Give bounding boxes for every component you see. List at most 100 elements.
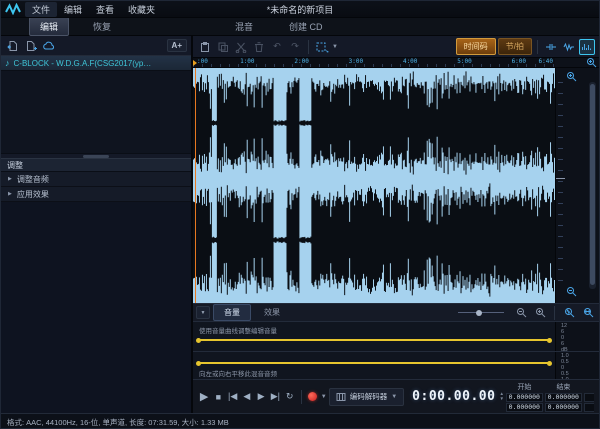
pan-scale: 1.0 0.5 0 0.5 1.0 (555, 352, 599, 379)
cloud-import-button[interactable] (41, 38, 57, 54)
waveform-svg[interactable] (193, 68, 555, 303)
codec-button[interactable]: 编码解码器 ▼ (329, 388, 404, 406)
tab-edit[interactable]: 编辑 (29, 17, 69, 36)
pan-curve-line[interactable] (198, 362, 550, 364)
time-spinner[interactable]: ▲ ▼ (499, 392, 503, 402)
transport-bar: ▶ ■ |◀ ◀ ▶ ▶| ↻ ▼ 编码解码器 ▼ 0:00.00.00 ▲ ▼ (193, 379, 599, 413)
range-start-header: 开始 (506, 382, 543, 392)
ruler-corner (555, 58, 599, 68)
section-apply-effects[interactable]: ▶ 应用效果 (1, 187, 191, 202)
add-file-button[interactable] (23, 38, 39, 54)
volume-scale: 12 6 0 6 dB (555, 322, 599, 351)
volume-automation-lane: 使用音量曲线调整编辑音量 12 6 0 6 dB (193, 321, 599, 351)
timeline-ruler[interactable]: :00 1:00 2:00 3:00 4:00 5:00 6:00 6:40 (193, 58, 555, 68)
selection-tool-caret-icon[interactable]: ▼ (332, 44, 338, 50)
time-display[interactable]: 0:00.00.00 (412, 389, 495, 404)
timecode-mode-button[interactable]: 时间码 (456, 38, 496, 55)
left-panel-filler (1, 202, 191, 413)
record-button[interactable] (307, 389, 319, 405)
playhead-line[interactable] (195, 68, 196, 303)
level-ruler (558, 82, 563, 289)
main-panel: ↶ ↷ ▼ 时间码 节/拍 (193, 36, 599, 413)
loop-button[interactable]: ↻ (284, 389, 296, 405)
zoom-out-vertical-button[interactable] (566, 284, 577, 302)
volume-curve-line[interactable] (198, 339, 550, 341)
copy-button[interactable] (215, 39, 231, 55)
vertical-zoom-in-icon[interactable] (586, 57, 597, 68)
menu-edit[interactable]: 编辑 (57, 2, 89, 17)
title-bar: 文件 编辑 查看 收藏夹 *未命名的新项目 (1, 1, 599, 18)
window-title: *未命名的新项目 (267, 3, 334, 16)
automation-toolbar: ▼ 音量 效果 (193, 303, 599, 321)
range-start-column: 开始 0.000000 0.000000 (506, 382, 543, 412)
waveform-view-button[interactable] (561, 39, 577, 55)
menu-view[interactable]: 查看 (89, 2, 121, 17)
skip-end-button[interactable]: ▶| (269, 389, 281, 405)
tab-create-cd[interactable]: 创建 CD (279, 18, 333, 35)
record-icon (308, 392, 317, 401)
tab-effects[interactable]: 效果 (254, 305, 290, 320)
tab-mix[interactable]: 混音 (225, 18, 263, 35)
zoom-slider[interactable] (458, 312, 504, 313)
undo-button[interactable]: ↶ (269, 39, 285, 55)
zoom-out-button[interactable] (513, 305, 529, 321)
delete-button[interactable] (251, 39, 267, 55)
timeline-ruler-row: :00 1:00 2:00 3:00 4:00 5:00 6:00 6:40 (193, 58, 599, 68)
left-toolbar: A+ (1, 36, 191, 56)
spinner-down-icon[interactable]: ▼ (499, 397, 503, 402)
track-list-item[interactable]: ♪ C-BLOCK - W.D.G.A.F(CSG2017(yp… (1, 56, 191, 71)
ribbon-tab-bar: 编辑 恢复 混音 创建 CD (1, 18, 599, 36)
ruler-label: 6:40 (539, 58, 553, 65)
selection-tool-button[interactable] (314, 39, 330, 55)
beats-mode-button[interactable]: 节/拍 (498, 38, 532, 55)
range-end-column: 结束 0.000000 0.000000 (545, 382, 582, 412)
range-start-value-2[interactable]: 0.000000 (506, 403, 543, 412)
stop-button[interactable]: ■ (212, 389, 224, 405)
range-length-value-2[interactable]: 0.000 (584, 403, 594, 412)
redo-button[interactable]: ↷ (287, 39, 303, 55)
font-size-button[interactable]: A+ (167, 39, 187, 52)
track-list-scrollbar[interactable] (1, 153, 191, 158)
record-options-caret-icon[interactable]: ▼ (321, 394, 327, 400)
zoom-fit-button[interactable] (580, 305, 596, 321)
tab-volume[interactable]: 音量 (213, 304, 251, 321)
paste-button[interactable] (197, 39, 213, 55)
range-end-value[interactable]: 0.000000 (545, 393, 582, 402)
range-end-value-2[interactable]: 0.000000 (545, 403, 582, 412)
ruler-label: 1:00 (240, 58, 254, 65)
zoom-in-button[interactable] (532, 305, 548, 321)
pan-automation-lane: 向左或向右平移此混音音频 1.0 0.5 0 0.5 1.0 (193, 351, 599, 379)
range-length-value[interactable]: 0.000 (584, 393, 594, 402)
play-button[interactable]: ▶ (198, 389, 210, 405)
cut-button[interactable] (233, 39, 249, 55)
waveform-display[interactable] (193, 68, 555, 303)
tab-restore[interactable]: 恢复 (83, 18, 121, 35)
edit-toolbar: ↶ ↷ ▼ 时间码 节/拍 (193, 36, 599, 58)
spectrum-view-button[interactable] (579, 39, 595, 55)
zoom-selection-button[interactable] (561, 305, 577, 321)
vertical-scrollbar-thumb[interactable] (590, 84, 595, 285)
import-file-button[interactable] (5, 38, 21, 54)
menu-favorites[interactable]: 收藏夹 (121, 2, 162, 17)
menu-file[interactable]: 文件 (25, 2, 57, 17)
zoom-slider-knob[interactable] (476, 310, 482, 316)
snap-toggle-button[interactable] (543, 39, 559, 55)
zoom-in-vertical-button[interactable] (566, 69, 577, 87)
ruler-label: 3:00 (349, 58, 363, 65)
section-adjust-audio[interactable]: ▶ 调整音频 (1, 172, 191, 187)
range-length-header: 长度 (584, 382, 594, 392)
range-start-value[interactable]: 0.000000 (506, 393, 543, 402)
collapse-lanes-button[interactable]: ▼ (196, 306, 210, 319)
ruler-label: 6:00 (512, 58, 526, 65)
waveform-right-strip (555, 68, 599, 303)
vertical-scrollbar[interactable] (589, 82, 596, 289)
app-window: 文件 编辑 查看 收藏夹 *未命名的新项目 编辑 恢复 混音 创建 CD (0, 0, 600, 429)
skip-start-button[interactable]: |◀ (227, 389, 239, 405)
pan-curve-area[interactable]: 向左或向右平移此混音音频 (193, 352, 555, 379)
ruler-label: 4:00 (403, 58, 417, 65)
volume-curve-area[interactable]: 使用音量曲线调整编辑音量 (193, 322, 555, 351)
volume-lane-hint: 使用音量曲线调整编辑音量 (199, 325, 277, 335)
codec-caret-icon: ▼ (391, 394, 397, 400)
step-forward-button[interactable]: ▶ (255, 389, 267, 405)
step-back-button[interactable]: ◀ (241, 389, 253, 405)
